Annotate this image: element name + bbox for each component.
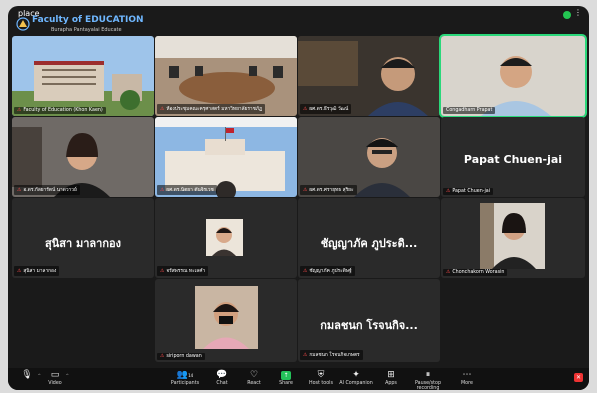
chevron-up-icon[interactable]: ^ (66, 373, 69, 378)
participant-display-name: กมลชนก โรจนกิจ... (320, 319, 418, 333)
participants-icon: 👥14 (176, 370, 194, 380)
participant-name-label: ⚠ ผศ.ดร.ศรายุทธ สุริยะ (300, 185, 357, 195)
mic-muted-icon: ⚠ (160, 269, 165, 274)
title-bar: place Faculty of EDUCATION Burapha Panta… (8, 6, 589, 36)
participant-tile-3[interactable]: ⚠ ผศ.ดร.ธีรวุฒิ วัฒน์ (298, 36, 440, 116)
more-dots-icon: ⋯ (462, 370, 472, 380)
participant-tile-9[interactable]: สุนิสา มาลากอง ⚠ สุนิสา มาลากอง (12, 198, 154, 278)
person-video (480, 203, 545, 269)
react-button[interactable]: ♡ React (237, 370, 271, 386)
more-button[interactable]: ⋯ More (450, 370, 484, 386)
participant-name-label: ⚠ ห้องประชุมคณะครุศาสตร์ มหาวิทยาลัยราชภั… (157, 104, 266, 114)
participant-tile-6[interactable]: ⚠ ผศ.ดร.นิตยา ตันจิรเวช (155, 117, 297, 197)
apps-button[interactable]: ⊞ Apps (374, 370, 408, 386)
mic-muted-icon: ⚠ (446, 189, 451, 194)
participant-tile-1[interactable]: ⚠ Faculty of Education (Khon Kaen) (12, 36, 154, 116)
heart-icon: ♡ (249, 370, 259, 380)
small-video (206, 219, 243, 256)
participant-name-label: ⚠ Faculty of Education (Khon Kaen) (14, 107, 106, 114)
mic-muted-icon: ⚠ (303, 269, 308, 274)
mic-muted-icon: ⚠ (17, 269, 22, 274)
faculty-logo-icon (16, 17, 30, 31)
video-button[interactable]: ▭ Video ^ (38, 370, 72, 386)
participant-name-label: ⚠ siriporn dawan (157, 353, 205, 360)
participant-tile-5[interactable]: ⚠ อ.ดร.กัลยารัตน์ นาดวาวย์ (12, 117, 154, 197)
participant-name-label: ⚠ ชัญญาภัค ภูประดิษฐ์ (300, 266, 355, 276)
mic-muted-icon: ⚠ (160, 188, 165, 193)
participant-name-label: ⚠ Chonchakorn Worasin (443, 269, 508, 276)
share-button[interactable]: ↑ Share (269, 370, 303, 386)
person-video (441, 36, 585, 116)
participant-display-name: Papat Chuen-jai (463, 153, 563, 166)
participant-display-name: สุนิสา มาลากอง (45, 237, 121, 250)
participant-tile-2[interactable]: ⚠ ห้องประชุมคณะครุศาสตร์ มหาวิทยาลัยราชภั… (155, 36, 297, 116)
mic-muted-icon: ⚠ (446, 270, 451, 275)
host-tools-button[interactable]: ⛨ Host tools (304, 370, 338, 386)
faculty-logo-subtext: Burapha Pantayalai Educate (51, 27, 122, 33)
participant-tile-8[interactable]: Papat Chuen-jai ⚠ Papat Chuen-jai (441, 117, 585, 197)
participant-tile-14[interactable]: กมลชนก โรจนกิจ... ⚠ กมลชนก โรจนกิจเกษตร (298, 279, 440, 362)
participant-name-label: ⚠ อ.ดร.กัลยารัตน์ นาดวาวย์ (14, 185, 80, 195)
sparkle-icon: ✦ (352, 370, 360, 380)
small-video (195, 286, 258, 349)
mic-muted-icon: ⚠ (160, 354, 165, 359)
participant-name-label: ⚠ จรัสพรรณ ทะเลคำ (157, 266, 209, 276)
shield-icon: ⛨ (317, 370, 325, 380)
participant-tile-4-active-speaker[interactable]: Congadharn Prapat (439, 34, 587, 118)
faculty-logo-text: Faculty of EDUCATION (32, 15, 144, 25)
mic-muted-icon: ⚠ (303, 107, 308, 112)
participant-tile-13[interactable]: ⚠ siriporn dawan (155, 279, 297, 362)
participant-tile-7[interactable]: ⚠ ผศ.ดร.ศรายุทธ สุริยะ (298, 117, 440, 197)
participant-tile-11[interactable]: ชัญญาภัค ภูประดิ... ⚠ ชัญญาภัค ภูประดิษฐ์ (298, 198, 440, 278)
mic-muted-icon: ⚠ (17, 188, 22, 193)
mic-muted-icon: ⚠ (160, 107, 165, 112)
pause-stop-icon: ⏸ (425, 370, 431, 380)
participant-name-label: ⚠ Papat Chuen-jai (443, 188, 494, 195)
more-options-icon[interactable]: ⋮ (574, 8, 582, 17)
apps-grid-icon: ⊞ (387, 370, 395, 380)
participant-name-label: ⚠ กมลชนก โรจนกิจเกษตร (300, 350, 363, 360)
share-arrow-icon: ↑ (281, 371, 291, 380)
participant-name-label: ⚠ สุนิสา มาลากอง (14, 266, 60, 276)
participants-button[interactable]: 👥14 Participants (168, 370, 202, 386)
mic-muted-icon: ⚠ (17, 108, 22, 113)
mic-muted-icon: ⚠ (303, 353, 308, 358)
building-video (12, 36, 154, 116)
chat-button[interactable]: 💬 Chat (205, 370, 239, 386)
chat-icon: 💬 (216, 370, 228, 380)
meeting-toolbar: 🎙 ^ ▭ Video ^ 👥14 Participants 💬 Chat ♡ Reac… (8, 368, 589, 390)
participant-name-label: ⚠ ผศ.ดร.นิตยา ตันจิรเวช (157, 185, 217, 195)
participant-name-label: Congadharn Prapat (443, 107, 496, 114)
participant-tile-12[interactable]: ⚠ Chonchakorn Worasin (441, 198, 585, 278)
security-shield-icon[interactable] (563, 11, 571, 19)
zoom-window: place Faculty of EDUCATION Burapha Panta… (8, 6, 589, 390)
ai-companion-button[interactable]: ✦ AI Companion (339, 370, 373, 386)
participant-tile-10[interactable]: ⚠ จรัสพรรณ ทะเลคำ (155, 198, 297, 278)
mic-muted-icon: ⚠ (303, 188, 308, 193)
end-meeting-icon[interactable]: ✕ (574, 373, 583, 382)
participant-display-name: ชัญญาภัค ภูประดิ... (320, 237, 418, 250)
participant-name-label: ⚠ ผศ.ดร.ธีรวุฒิ วัฒน์ (300, 104, 352, 114)
recording-button[interactable]: ⏸ Pause/stop recording (406, 370, 450, 390)
